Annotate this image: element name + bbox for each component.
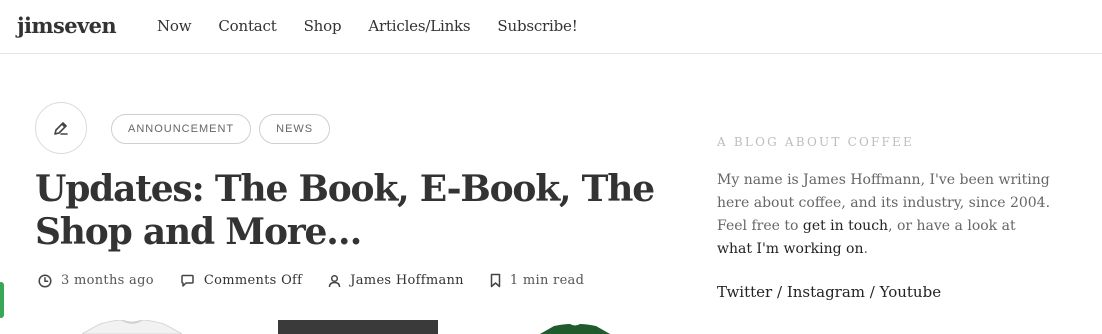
social-separator: / [865, 283, 880, 301]
social-links: Twitter / Instagram / Youtube [717, 283, 941, 301]
post-read-time-text: 1 min read [509, 273, 585, 288]
post-comments-text[interactable]: Comments Off [204, 273, 302, 288]
post-comments: Comments Off [180, 273, 302, 288]
side-tab-handle[interactable] [0, 282, 4, 318]
youtube-link[interactable]: Youtube [880, 283, 941, 301]
comment-icon [181, 274, 194, 287]
white-tshirt-image [82, 320, 182, 334]
post-format-badge[interactable] [35, 102, 87, 154]
bookmark-icon [490, 273, 501, 288]
post-date: 3 months ago [38, 273, 154, 288]
user-icon [329, 274, 341, 287]
post-title[interactable]: Updates: The Book, E-Book, The Shop and … [35, 168, 655, 254]
working-on-link[interactable]: what I'm working on [717, 241, 863, 257]
post-meta: 3 months ago Comments Off James Hoffmann… [38, 273, 610, 288]
instagram-link[interactable]: Instagram [787, 283, 865, 301]
sidebar-about: My name is James Hoffmann, I've been wri… [717, 169, 1052, 261]
book-cover-image [278, 320, 438, 334]
post-author: James Hoffmann [328, 273, 464, 288]
get-in-touch-link[interactable]: get in touch [803, 218, 888, 234]
tag-news[interactable]: NEWS [259, 114, 331, 144]
post-tags: ANNOUNCEMENT NEWS [111, 114, 331, 144]
about-text-3: . [863, 241, 868, 257]
clock-icon [38, 273, 52, 288]
sidebar-heading: A BLOG ABOUT COFFEE [717, 135, 914, 149]
site-header: jimseven Now Contact Shop Articles/Links… [0, 0, 1102, 54]
social-separator: / [772, 283, 787, 301]
nav-item-articles-links[interactable]: Articles/Links [368, 17, 470, 35]
about-text-2: , or have a look at [888, 218, 1016, 234]
post-date-text: 3 months ago [61, 273, 154, 288]
nav-item-now[interactable]: Now [157, 17, 192, 35]
post-read-time: 1 min read [490, 273, 584, 288]
nav-item-subscribe[interactable]: Subscribe! [497, 17, 577, 35]
pencil-icon [54, 122, 68, 135]
nav-item-contact[interactable]: Contact [218, 17, 276, 35]
main-nav: Now Contact Shop Articles/Links Subscrib… [157, 17, 605, 35]
green-tshirt-image [540, 324, 610, 334]
twitter-link[interactable]: Twitter [717, 283, 772, 301]
nav-item-shop[interactable]: Shop [304, 17, 342, 35]
tag-announcement[interactable]: ANNOUNCEMENT [111, 114, 252, 144]
post-author-name[interactable]: James Hoffmann [350, 273, 464, 288]
site-logo[interactable]: jimseven [17, 13, 117, 38]
